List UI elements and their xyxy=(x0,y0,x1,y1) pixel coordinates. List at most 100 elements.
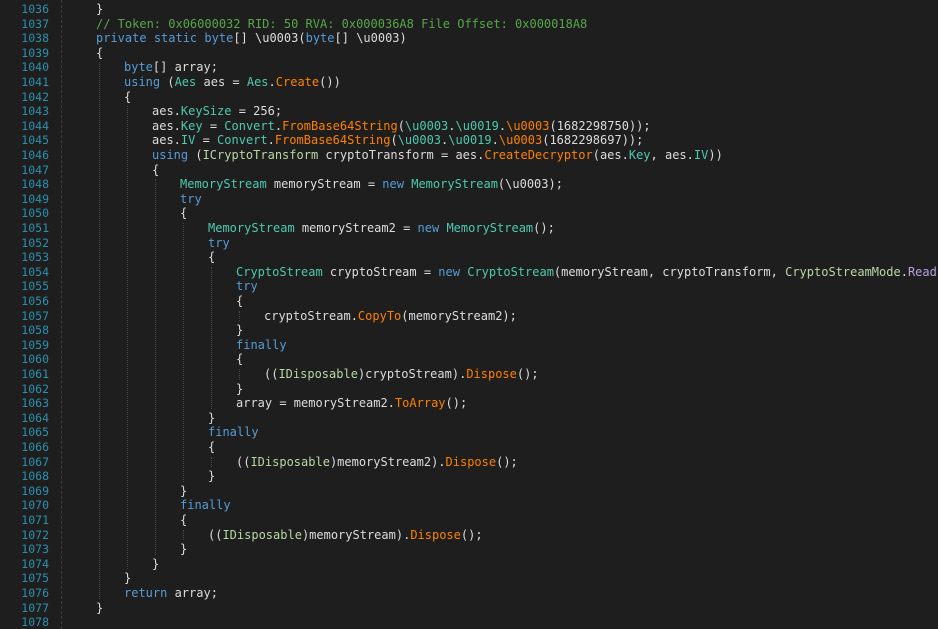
code-token: IV xyxy=(180,133,196,148)
code-token: memoryStream = xyxy=(266,177,383,192)
line-number: 1067 xyxy=(21,454,49,469)
code-line[interactable]: array = memoryStream2.ToArray(); xyxy=(236,396,467,410)
indent-guide xyxy=(99,62,100,599)
code-line[interactable]: { xyxy=(180,206,187,220)
code-token: IDisposable xyxy=(278,367,358,381)
line-number: 1059 xyxy=(21,337,49,352)
code-area[interactable]: }// Token: 0x06000032 RID: 50 RVA: 0x000… xyxy=(68,0,938,629)
code-line[interactable]: { xyxy=(152,163,159,177)
line-number: 1041 xyxy=(21,75,49,89)
line-number: 1047 xyxy=(21,162,49,177)
code-token: = 256; xyxy=(231,104,283,119)
code-token: (1682298750)); xyxy=(549,118,651,133)
line-number: 1049 xyxy=(21,191,49,206)
code-token: ( xyxy=(188,148,203,162)
code-editor[interactable]: 1036 1037 1038 1039 1040 1041 1042 1043 1044 1045… xyxy=(0,0,938,629)
code-token: Dispose xyxy=(445,454,497,469)
code-line[interactable]: } xyxy=(236,323,243,337)
code-token: \u0003 xyxy=(506,118,550,133)
code-line[interactable]: MemoryStream memoryStream2 = new MemoryS… xyxy=(208,221,555,235)
code-line[interactable]: } xyxy=(124,571,131,585)
code-line[interactable]: } xyxy=(152,557,159,571)
code-line[interactable]: CryptoStream cryptoStream = new CryptoSt… xyxy=(236,265,938,279)
code-line[interactable]: { xyxy=(96,46,103,60)
code-token: using xyxy=(152,148,189,162)
code-token: Aes xyxy=(174,75,197,89)
code-token: \u0003 xyxy=(498,133,543,148)
code-line[interactable]: aes.Key = Convert.FromBase64String(\u000… xyxy=(152,119,651,133)
code-line[interactable]: } xyxy=(180,542,187,556)
code-token: CopyTo xyxy=(357,308,402,323)
code-line[interactable]: { xyxy=(236,294,243,308)
code-line[interactable]: MemoryStream memoryStream = new MemorySt… xyxy=(180,177,563,191)
code-token: (); xyxy=(445,396,468,411)
code-line[interactable]: } xyxy=(236,382,243,396)
line-number: 1061 xyxy=(21,367,49,381)
code-token: private xyxy=(96,31,147,46)
line-number: 1060 xyxy=(21,352,49,367)
code-token: ToArray xyxy=(394,396,446,411)
code-line[interactable]: finally xyxy=(236,338,287,352)
code-token: (( xyxy=(264,367,279,381)
code-line[interactable]: } xyxy=(208,411,215,425)
code-line[interactable]: // Token: 0x06000032 RID: 50 RVA: 0x0000… xyxy=(96,17,587,31)
line-number: 1050 xyxy=(21,206,49,221)
code-token: Convert xyxy=(224,118,275,133)
code-token: aes. xyxy=(152,104,181,119)
code-line[interactable]: { xyxy=(236,352,243,366)
code-line[interactable]: { xyxy=(208,250,215,264)
code-line[interactable]: private static byte[] \u0003(byte[] \u00… xyxy=(96,31,407,45)
code-token: array = memoryStream2. xyxy=(236,396,395,411)
code-line[interactable]: } xyxy=(180,484,187,498)
code-line[interactable]: ((IDisposable)cryptoStream).Dispose(); xyxy=(264,367,539,381)
code-line[interactable]: using (ICryptoTransform cryptoTransform … xyxy=(152,148,723,162)
code-token: = xyxy=(195,133,218,148)
code-line[interactable]: ((IDisposable)memoryStream2).Dispose(); xyxy=(236,455,518,469)
line-number: 1065 xyxy=(21,425,49,440)
code-line[interactable]: ((IDisposable)memoryStream).Dispose(); xyxy=(208,528,483,542)
line-number: 1063 xyxy=(21,396,49,411)
code-token: [] array; xyxy=(152,60,218,75)
indent-guide xyxy=(183,529,184,541)
code-token: cryptoTransform = aes. xyxy=(318,148,485,162)
code-line[interactable]: return array; xyxy=(124,586,218,600)
line-number: 1066 xyxy=(21,440,49,454)
code-line[interactable]: aes.KeySize = 256; xyxy=(152,104,282,118)
code-token: ( xyxy=(160,75,175,89)
code-line[interactable]: try xyxy=(236,279,258,293)
code-token: IV xyxy=(693,148,709,162)
code-token: } xyxy=(96,600,104,615)
code-line[interactable]: byte[] array; xyxy=(124,60,218,74)
code-line[interactable]: try xyxy=(180,192,202,206)
code-line[interactable]: } xyxy=(208,469,215,483)
line-number: 1072 xyxy=(21,527,49,542)
code-line[interactable]: { xyxy=(124,90,131,104)
line-number: 1046 xyxy=(21,148,49,162)
code-line[interactable]: aes.IV = Convert.FromBase64String(\u0003… xyxy=(152,133,643,147)
indent-guide xyxy=(183,223,184,482)
code-token: } xyxy=(124,571,132,586)
code-line[interactable]: try xyxy=(208,236,230,250)
code-line[interactable]: { xyxy=(208,440,215,454)
code-token: // Token: 0x06000032 RID: 50 RVA: 0x0000… xyxy=(96,16,588,31)
code-token: cryptoStream = xyxy=(322,264,439,279)
code-token: CryptoStream xyxy=(236,264,323,279)
code-line[interactable]: } xyxy=(96,601,103,615)
code-line[interactable]: finally xyxy=(208,425,259,439)
code-token: \u0003 xyxy=(255,31,299,46)
code-line[interactable]: using (Aes aes = Aes.Create()) xyxy=(124,75,341,89)
code-token: return xyxy=(124,586,168,600)
indent-guide xyxy=(211,266,212,409)
line-number: 1057 xyxy=(21,308,49,323)
code-line[interactable]: { xyxy=(180,513,187,527)
code-token: (); xyxy=(496,454,518,469)
code-token: } xyxy=(236,381,244,396)
code-token: ( xyxy=(390,133,398,148)
line-number: 1039 xyxy=(21,45,49,60)
code-line[interactable]: finally xyxy=(180,498,231,512)
code-line[interactable]: cryptoStream.CopyTo(memoryStream2); xyxy=(264,309,517,323)
line-number: 1038 xyxy=(21,31,49,46)
code-line[interactable]: } xyxy=(96,2,103,16)
code-token: { xyxy=(152,162,160,177)
code-token: (memoryStream2); xyxy=(401,308,517,323)
